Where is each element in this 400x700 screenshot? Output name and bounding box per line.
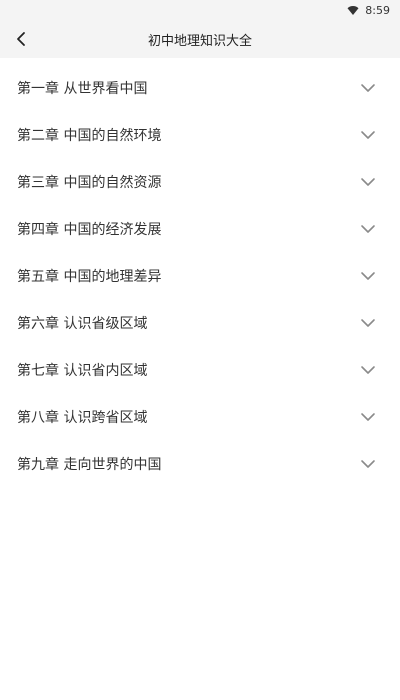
chapter-item-2[interactable]: 第二章 中国的自然环境 [0, 111, 400, 158]
status-time: 8:59 [365, 3, 390, 17]
chapter-label: 第七章 认识省内区域 [17, 362, 148, 379]
chevron-down-icon [361, 83, 375, 92]
chapter-label: 第九章 走向世界的中国 [17, 456, 162, 473]
chevron-down-icon [361, 224, 375, 233]
chevron-down-icon [361, 412, 375, 421]
back-button[interactable] [6, 24, 36, 54]
title-bar: 初中地理知识大全 [0, 20, 400, 58]
chevron-down-icon [361, 271, 375, 280]
chapter-label: 第二章 中国的自然环境 [17, 127, 162, 144]
chapter-label: 第六章 认识省级区域 [17, 315, 148, 332]
chapter-item-3[interactable]: 第三章 中国的自然资源 [0, 158, 400, 205]
chevron-left-icon [17, 32, 25, 46]
page-title: 初中地理知识大全 [147, 33, 252, 49]
chapter-item-8[interactable]: 第八章 认识跨省区域 [0, 393, 400, 440]
chapter-item-6[interactable]: 第六章 认识省级区域 [0, 299, 400, 346]
chapter-label: 第五章 中国的地理差异 [17, 268, 162, 285]
chevron-down-icon [361, 318, 375, 327]
chevron-down-icon [361, 177, 375, 186]
wifi-icon [347, 6, 359, 15]
chapter-item-4[interactable]: 第四章 中国的经济发展 [0, 205, 400, 252]
chapter-item-5[interactable]: 第五章 中国的地理差异 [0, 252, 400, 299]
chapter-label: 第三章 中国的自然资源 [17, 174, 162, 191]
chevron-down-icon [361, 130, 375, 139]
status-bar: 8:59 [0, 0, 400, 20]
chapter-item-9[interactable]: 第九章 走向世界的中国 [0, 440, 400, 487]
chapter-item-1[interactable]: 第一章 从世界看中国 [0, 64, 400, 111]
chapter-label: 第四章 中国的经济发展 [17, 221, 162, 238]
chapter-item-7[interactable]: 第七章 认识省内区域 [0, 346, 400, 393]
chapter-label: 第八章 认识跨省区域 [17, 409, 148, 426]
app-screen: 8:59 初中地理知识大全 第一章 从世界看中国 第二章 中国的自然环境 第三章… [0, 0, 400, 700]
chevron-down-icon [361, 459, 375, 468]
chapter-list: 第一章 从世界看中国 第二章 中国的自然环境 第三章 中国的自然资源 第四章 中… [0, 64, 400, 487]
chapter-label: 第一章 从世界看中国 [17, 80, 148, 97]
chevron-down-icon [361, 365, 375, 374]
